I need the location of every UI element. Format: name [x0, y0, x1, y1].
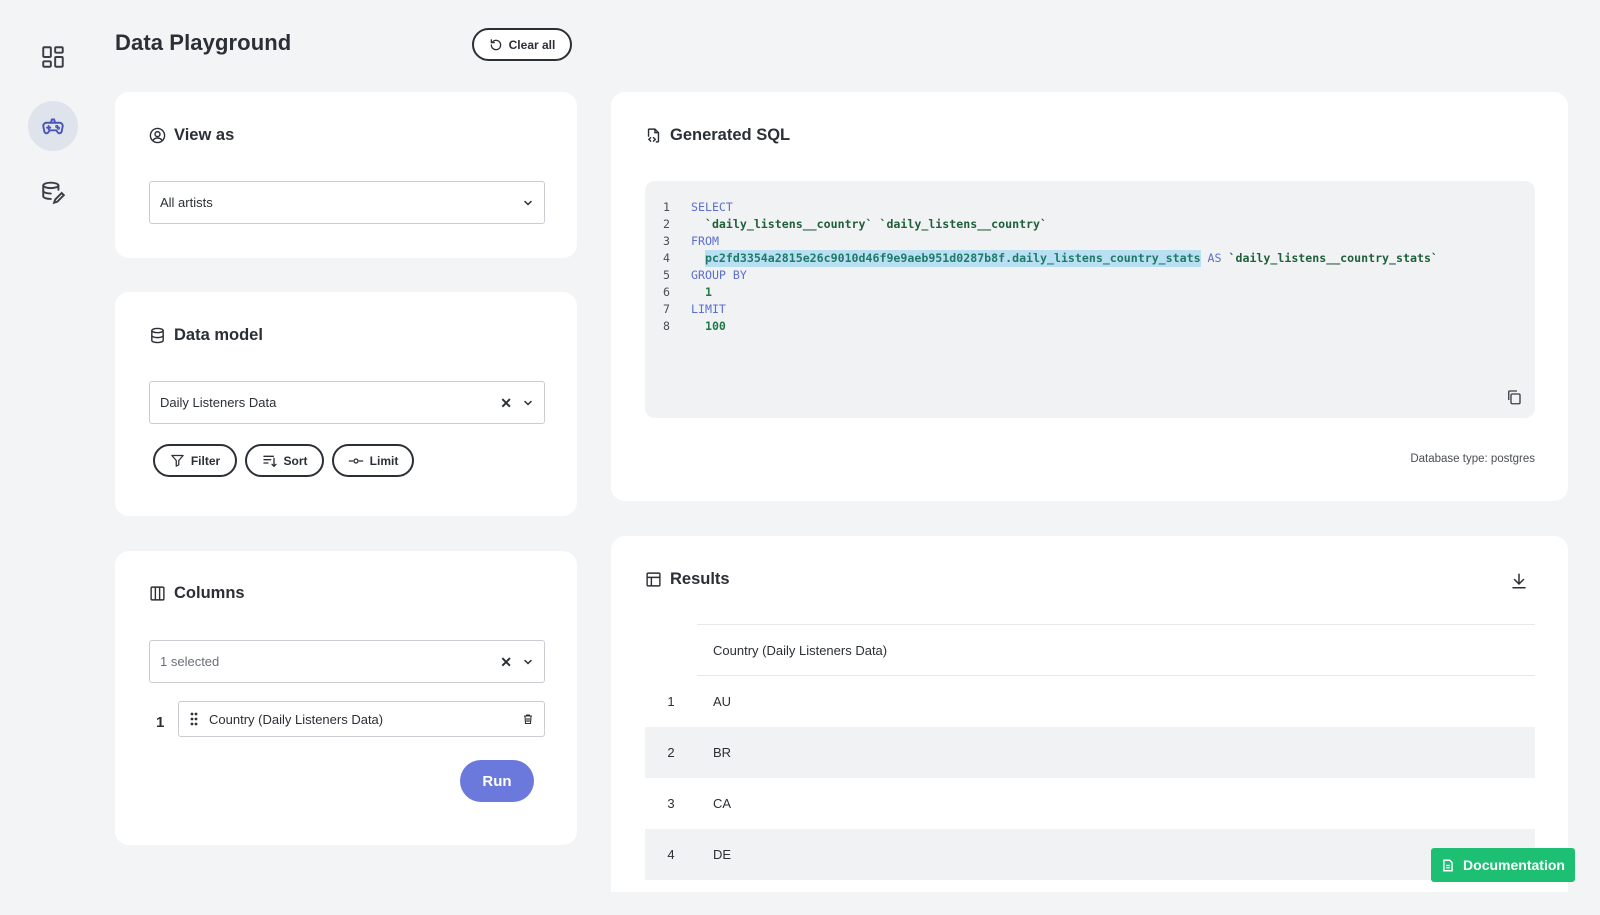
- code-file-icon: [647, 128, 660, 143]
- document-icon: [1443, 859, 1453, 871]
- results-table: Country (Daily Listeners Data) 1 AU 2 BR…: [645, 624, 1535, 892]
- sidebar-item-playground[interactable]: [28, 101, 78, 151]
- code-line: 8 100: [663, 319, 726, 333]
- code-line: 5 GROUP BY: [663, 268, 747, 282]
- column-index: 1: [156, 714, 165, 731]
- view-as-title: View as: [149, 126, 234, 145]
- limit-button[interactable]: Limit: [332, 444, 414, 477]
- table-row: 3 CA: [667, 796, 732, 811]
- limit-icon: [348, 457, 363, 464]
- view-as-card: View as All artists: [115, 92, 577, 258]
- columns-selected-count: 1 selected: [160, 654, 220, 669]
- clear-all-button[interactable]: Clear all: [472, 28, 572, 61]
- data-model-title: Data model: [149, 326, 263, 345]
- column-item-name: Country (Daily Listeners Data): [209, 711, 384, 727]
- columns-title: Columns: [149, 584, 245, 603]
- code-line: 4 pc2fd3354a2815e26c9010d46f9e9aeb951d02…: [663, 250, 1438, 267]
- sql-code-lines: 1 SELECT 2 `daily_listens__country` `dail…: [663, 199, 1438, 335]
- gamepad-icon: [42, 118, 64, 135]
- page-title: Data Playground: [115, 30, 292, 55]
- results-title: Results: [645, 570, 730, 589]
- sql-code-block[interactable]: 1 SELECT 2 `daily_listens__country` `dail…: [645, 181, 1535, 418]
- view-as-value: All artists: [160, 195, 213, 210]
- code-line: 2 `daily_listens__country` `daily_listen…: [663, 217, 1047, 231]
- chevron-down-icon: [524, 200, 532, 206]
- run-button[interactable]: Run: [460, 760, 534, 802]
- code-line: 3 FROM: [663, 234, 719, 248]
- clear-all-label: Clear all: [508, 37, 556, 52]
- table-row: 2 BR: [645, 727, 1535, 778]
- reset-icon: [490, 38, 501, 50]
- sidebar: [0, 0, 106, 915]
- columns-select[interactable]: 1 selected ✕: [149, 640, 545, 683]
- table-row: 1 AU: [667, 694, 732, 709]
- chevron-down-icon: [524, 659, 532, 665]
- sort-icon: [262, 455, 277, 467]
- results-column-header[interactable]: Country (Daily Listeners Data): [697, 624, 1535, 676]
- documentation-button[interactable]: Documentation: [1431, 848, 1575, 882]
- chevron-down-icon: [524, 400, 532, 406]
- generated-sql-title: Generated SQL: [645, 126, 790, 145]
- filter-button[interactable]: Filter: [153, 444, 237, 477]
- generated-sql-card: Generated SQL 1 SELECT 2 `daily_listens__…: [611, 92, 1568, 501]
- data-model-select[interactable]: Daily Listeners Data ✕: [149, 381, 545, 424]
- download-icon[interactable]: [1510, 572, 1528, 590]
- code-line: 7 LIMIT: [663, 302, 726, 316]
- drag-handle-icon[interactable]: [189, 712, 199, 726]
- clear-selection-icon[interactable]: ✕: [500, 655, 512, 669]
- column-item[interactable]: Country (Daily Listeners Data): [178, 701, 545, 737]
- database-edit-icon: [42, 181, 66, 205]
- table-row: 4 DE: [645, 829, 1535, 880]
- filter-icon: [171, 454, 184, 467]
- view-as-select[interactable]: All artists: [149, 181, 545, 224]
- database-icon: [151, 327, 164, 344]
- code-line: 1 SELECT: [663, 200, 733, 214]
- results-card: Results Country (Daily Listeners Data) 1…: [611, 536, 1568, 892]
- columns-card: Columns 1 selected ✕ 1 Country (Daily Li…: [115, 551, 577, 845]
- sidebar-item-dashboard[interactable]: [28, 32, 78, 82]
- data-model-card: Data model Daily Listeners Data ✕ Filter…: [115, 292, 577, 516]
- data-model-value: Daily Listeners Data: [160, 395, 277, 410]
- user-circle-icon: [149, 127, 166, 144]
- database-type-label: Database type: postgres: [1410, 453, 1535, 465]
- table-icon: [646, 572, 661, 587]
- sidebar-item-data-models[interactable]: [28, 168, 78, 218]
- columns-icon: [150, 586, 165, 601]
- sort-button[interactable]: Sort: [245, 444, 324, 477]
- trash-icon[interactable]: [522, 713, 534, 725]
- clear-selection-icon[interactable]: ✕: [500, 396, 512, 410]
- dashboard-icon: [42, 46, 64, 68]
- sql-highlighted-table: pc2fd3354a2815e26c9010d46f9e9aeb951d0287…: [704, 250, 1201, 267]
- code-line: 6 1: [663, 285, 712, 299]
- copy-icon[interactable]: [1505, 388, 1523, 406]
